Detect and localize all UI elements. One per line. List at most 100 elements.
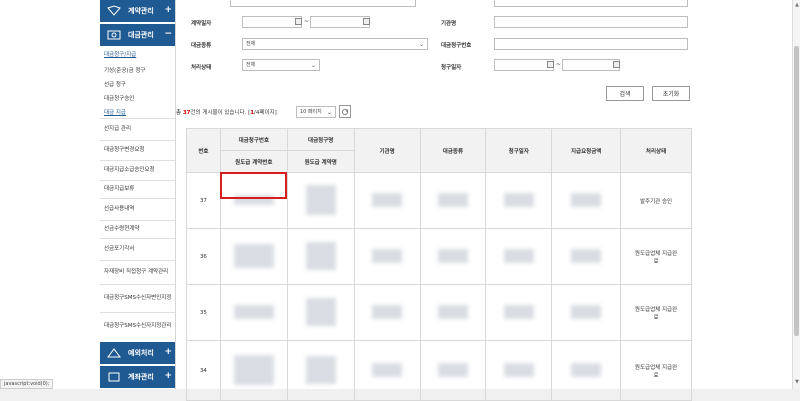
request-no-input[interactable]: [494, 38, 688, 50]
menu-account[interactable]: 계좌관리 +: [100, 366, 175, 388]
expand-icon[interactable]: +: [164, 5, 172, 15]
cell-org: [353, 340, 421, 401]
sidebar-item-payment[interactable]: 대금 지급: [104, 108, 126, 116]
calendar-icon[interactable]: [295, 18, 302, 25]
cell-org: [353, 228, 421, 285]
th-type: 대금종류: [419, 128, 487, 173]
request-date-from[interactable]: [494, 59, 554, 71]
date-separator: ~: [304, 18, 310, 25]
sidebar-item-payment-request[interactable]: 대금청구/지급: [104, 50, 136, 58]
expand-icon[interactable]: +: [164, 347, 172, 357]
sidebar-item-direct-claim[interactable]: 자재장비 직접청구 계약관리: [100, 260, 175, 284]
contract-date-from[interactable]: [242, 16, 302, 28]
highlight-box: [220, 172, 287, 199]
expand-icon[interactable]: +: [164, 371, 172, 381]
cell-status: 원도급업체 지급완료: [620, 284, 692, 341]
calendar-icon[interactable]: [613, 61, 620, 68]
cell-req-name[interactable]: [286, 284, 355, 341]
cell-no: 37: [186, 172, 221, 229]
cell-org: [353, 284, 421, 341]
th-org: 기관명: [353, 128, 421, 173]
cell-req-name[interactable]: [286, 228, 355, 285]
cell-no: 35: [186, 284, 221, 341]
sidebar-item-advance-mgmt[interactable]: 선지급 관리: [100, 118, 175, 140]
sidebar-item-retro-approval[interactable]: 대금지급소급승인요청: [100, 160, 175, 180]
cell-type: [419, 172, 487, 229]
payment-icon: [104, 28, 124, 42]
cell-type: [419, 340, 487, 401]
payment-type-value: 전체: [246, 41, 256, 47]
cell-type: [419, 284, 487, 341]
th-no: 번호: [186, 128, 221, 173]
result-table: 번호 대금청구번호 대금청구명 기관명 대금종류 청구일자 지급요청금액 처리상…: [186, 128, 692, 401]
scroll-thumb[interactable]: [794, 46, 799, 336]
request-date-to[interactable]: [562, 59, 620, 71]
reset-button[interactable]: 초기화: [652, 86, 690, 101]
table-row[interactable]: 34 원도급업체 지급완료: [186, 340, 692, 401]
sidebar-item-claim-approval[interactable]: 대금청구승인: [104, 94, 134, 102]
cell-req-no[interactable]: [219, 228, 288, 285]
cell-req-no[interactable]: [219, 284, 288, 341]
count-middle: 건의 게시물이 있습니다. [: [190, 110, 251, 116]
th-sub-no: 원도급 계약번호: [219, 150, 288, 173]
scroll-up-icon[interactable]: ▲: [794, 2, 800, 8]
cell-status: 원도급업체 지급완료: [620, 228, 692, 285]
th-date: 청구일자: [485, 128, 553, 173]
cell-req-no[interactable]: [219, 340, 288, 401]
cell-date: [485, 228, 553, 285]
sidebar-item-sms-change[interactable]: 대금청구SMS수신자변인지정: [100, 284, 175, 312]
org-input[interactable]: [494, 16, 688, 28]
contract-date-to[interactable]: [310, 16, 370, 28]
request-no-label: 대금청구번호: [441, 43, 472, 49]
cell-amount: [551, 172, 622, 229]
sidebar-item-advance-contract[interactable]: 선금수령현계약: [100, 220, 175, 238]
menu-contract-label: 계약관리: [128, 7, 154, 15]
sidebar-item-advance-usage[interactable]: 선급사용내역: [100, 198, 175, 220]
cell-no: 34: [186, 340, 221, 401]
page-suffix: /4페이지]: [254, 110, 277, 116]
cell-amount: [551, 284, 622, 341]
sidebar-item-payment-hold[interactable]: 대금지급보류: [100, 180, 175, 198]
menu-payment[interactable]: 대금관리 −: [100, 24, 175, 46]
calendar-icon[interactable]: [363, 18, 370, 25]
page: 계약관리 + 대금관리 − 대금청구/지급 기성(준공)금 청구 선급 청구 대…: [0, 0, 800, 401]
sidebar-item-progress-claim[interactable]: 기성(준공)금 청구: [104, 66, 145, 74]
cell-date: [485, 284, 553, 341]
per-page-select[interactable]: 10 페이지 ⌄: [296, 106, 336, 118]
th-amount: 지급요청금액: [551, 128, 622, 173]
menu-contract[interactable]: 계약관리 +: [100, 0, 175, 22]
contract-date-label: 계약일자: [191, 21, 212, 27]
cell-req-name[interactable]: [286, 172, 355, 229]
cell-date: [485, 340, 553, 401]
scrollbar[interactable]: ▲ ▼: [792, 0, 800, 389]
payment-type-select[interactable]: 전체 ⌄: [242, 38, 428, 50]
sidebar-item-waiver[interactable]: 선금포기각서: [100, 238, 175, 260]
refresh-button[interactable]: [339, 105, 351, 118]
table-row[interactable]: 36 원도급업체 지급완료: [186, 228, 692, 285]
exception-icon: [104, 346, 124, 360]
chevron-down-icon: ⌄: [418, 41, 424, 48]
chevron-down-icon: ⌄: [310, 62, 316, 69]
menu-exception[interactable]: 예외처리 +: [100, 342, 175, 364]
th-req-name: 대금청구명: [286, 128, 355, 151]
sidebar-item-advance-claim[interactable]: 선급 청구: [104, 80, 126, 88]
sidebar-item-change-request[interactable]: 대금청구변경요청: [100, 140, 175, 160]
status-select[interactable]: 전체 ⌄: [242, 59, 320, 71]
partial-input-1[interactable]: [230, 0, 416, 7]
menu-payment-label: 대금관리: [128, 31, 154, 39]
search-button[interactable]: 검색: [606, 86, 644, 101]
sidebar-item-sms-manage[interactable]: 대금청구SMS수신자지정관리: [100, 312, 175, 340]
payment-type-label: 대금종류: [191, 43, 212, 49]
date-separator-2: ~: [556, 61, 562, 68]
cell-status: 원도급업체 지급완료: [620, 340, 692, 401]
collapse-icon[interactable]: −: [164, 29, 172, 39]
cell-req-name[interactable]: [286, 340, 355, 401]
calendar-icon[interactable]: [547, 61, 554, 68]
table-row[interactable]: 35 원도급업체 지급완료: [186, 284, 692, 341]
scroll-down-icon[interactable]: ▼: [794, 379, 800, 385]
contract-icon: [104, 4, 124, 18]
cell-type: [419, 228, 487, 285]
chevron-down-icon: ⌄: [326, 109, 332, 116]
count-prefix: 총: [176, 110, 182, 116]
partial-input-2[interactable]: [494, 0, 688, 7]
